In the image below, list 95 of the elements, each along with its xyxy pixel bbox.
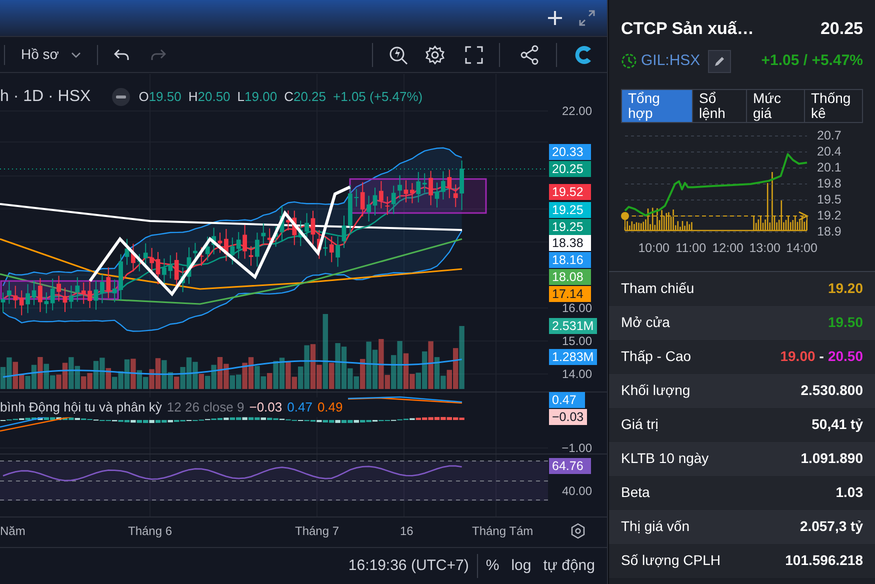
scale-button[interactable]: tự động	[543, 554, 595, 578]
company-name: CTCP Sản xuấ…	[621, 18, 754, 40]
expand-icon[interactable]	[579, 10, 595, 26]
axis-label: 14.00	[560, 366, 592, 383]
stat-label: Thấp - Cao	[621, 347, 692, 366]
time-axis-label: 14:00	[786, 240, 818, 256]
ohlc-label: C	[284, 88, 294, 106]
clock-icon	[621, 53, 637, 69]
stat-value: 50,41 tỷ	[812, 415, 863, 434]
symbol-interval-label: h · 1D · HSX	[0, 87, 91, 107]
price-badge: 17.14	[549, 286, 591, 302]
time-axis-label: Tháng Tám	[472, 523, 534, 540]
price-change: +1.05 / +5.47%	[761, 50, 863, 71]
stat-label: Mở cửa	[621, 313, 670, 332]
stat-label: KLTB 10 ngày	[621, 449, 709, 468]
fullscreen-icon[interactable]	[465, 46, 483, 64]
ticker-symbol[interactable]: GIL:HSX	[641, 50, 700, 72]
edit-button[interactable]	[708, 50, 732, 72]
settings-icon[interactable]	[570, 523, 586, 539]
price-badge: −0.03	[549, 409, 587, 425]
ohlc-value: 20.50	[198, 88, 230, 106]
ohlc-label: L	[237, 88, 245, 106]
plus-icon[interactable]	[547, 10, 563, 26]
axis-label: 20.4	[817, 143, 842, 160]
axis-label: 19.5	[817, 191, 842, 208]
ohlc-value: 19.00	[244, 88, 278, 106]
minus-circle-icon[interactable]	[110, 87, 131, 107]
price-badge: 19.52	[549, 184, 591, 200]
price-badge: 0.47	[549, 392, 585, 408]
time-axis-label: Tháng 7	[295, 523, 340, 540]
ohlc-label: O	[138, 88, 149, 106]
stat-label: Beta	[621, 483, 650, 502]
axis-label: 20.7	[817, 127, 842, 144]
search-icon[interactable]	[389, 44, 409, 64]
pencil-icon	[713, 54, 726, 68]
axis-label: 19.2	[817, 207, 842, 224]
price-badge: 20.25	[549, 161, 591, 177]
price-badge: 19.25	[549, 219, 591, 235]
reference-dot	[621, 212, 629, 220]
stat-value: 1.03	[836, 483, 863, 502]
price-badge: 1.283M	[549, 349, 597, 365]
profile-dropdown[interactable]: Hồ sơ	[21, 44, 81, 65]
stat-label: Tham chiếu	[621, 279, 694, 298]
stat-value: 19.50	[828, 313, 863, 332]
chevron-down-icon	[70, 52, 81, 58]
axis-label: 40.00	[560, 483, 592, 500]
stat-value: 19.20	[828, 279, 863, 298]
stat-value: 20.50	[828, 347, 863, 366]
stat-label: Thị giá vốn	[621, 517, 690, 536]
axis-label: 15.00	[560, 333, 592, 350]
stat-value: -	[819, 347, 824, 366]
ohlc-label: H	[188, 88, 198, 106]
stat-value: 101.596.218	[785, 551, 863, 570]
axis-label: 16.00	[560, 300, 592, 317]
tab[interactable]: Tổng hợp	[622, 90, 692, 122]
settings-icon[interactable]	[425, 44, 445, 64]
time-axis-label: 10:00	[638, 240, 670, 256]
stat-value: 2.057,3 tỷ	[800, 517, 863, 536]
time-axis-label: 16	[400, 523, 414, 540]
indicator-value: 0.49	[317, 397, 348, 417]
arrowhead-icon	[798, 210, 809, 220]
change-value: +1.05 (+5.47%)	[333, 88, 423, 106]
price-badge: 64.76	[549, 458, 591, 474]
axis-label: −1.00	[560, 440, 592, 457]
ohlc-value: 20.25	[293, 88, 326, 106]
time-axis-label: 11:00	[676, 240, 706, 256]
axis-label: 18.9	[817, 223, 842, 240]
price-badge: 20.33	[549, 144, 591, 160]
last-price: 20.25	[820, 18, 863, 40]
scale-button[interactable]: %	[486, 554, 500, 578]
time-axis-label: Năm	[0, 523, 26, 540]
axis-label: 19.8	[817, 175, 842, 192]
price-badge: 2.531M	[549, 318, 597, 334]
time-axis-label: Tháng 6	[128, 523, 172, 540]
undo-icon[interactable]	[114, 48, 130, 62]
stat-label: Số lượng CPLH	[621, 551, 720, 570]
price-badge: 18.08	[549, 269, 591, 285]
price-badge: 18.38	[549, 235, 591, 251]
time-axis-label: 13:00	[749, 240, 780, 256]
share-icon[interactable]	[520, 44, 540, 64]
ohlc-value: 19.50	[148, 88, 182, 106]
stat-label: Giá trị	[621, 415, 658, 434]
axis-label: 20.1	[817, 159, 842, 176]
stat-value: 19.00	[780, 347, 816, 366]
axis-label: 22.00	[560, 103, 592, 120]
price-badge: 18.16	[549, 252, 591, 268]
price-badge: 19.25	[549, 202, 591, 218]
indicator-name: bình Động hội tu và phân kỳ	[0, 397, 167, 417]
scale-button[interactable]: log	[511, 554, 532, 578]
stat-value: 2.530.800	[800, 381, 863, 400]
stat-value: 1.091.890	[800, 449, 863, 468]
stat-label: Khối lượng	[621, 381, 690, 400]
time-axis-label: 12:00	[712, 240, 744, 256]
indicator-value: 0.47	[287, 397, 318, 417]
time-zone-label[interactable]: 16:19:36 (UTC+7)	[348, 554, 469, 578]
